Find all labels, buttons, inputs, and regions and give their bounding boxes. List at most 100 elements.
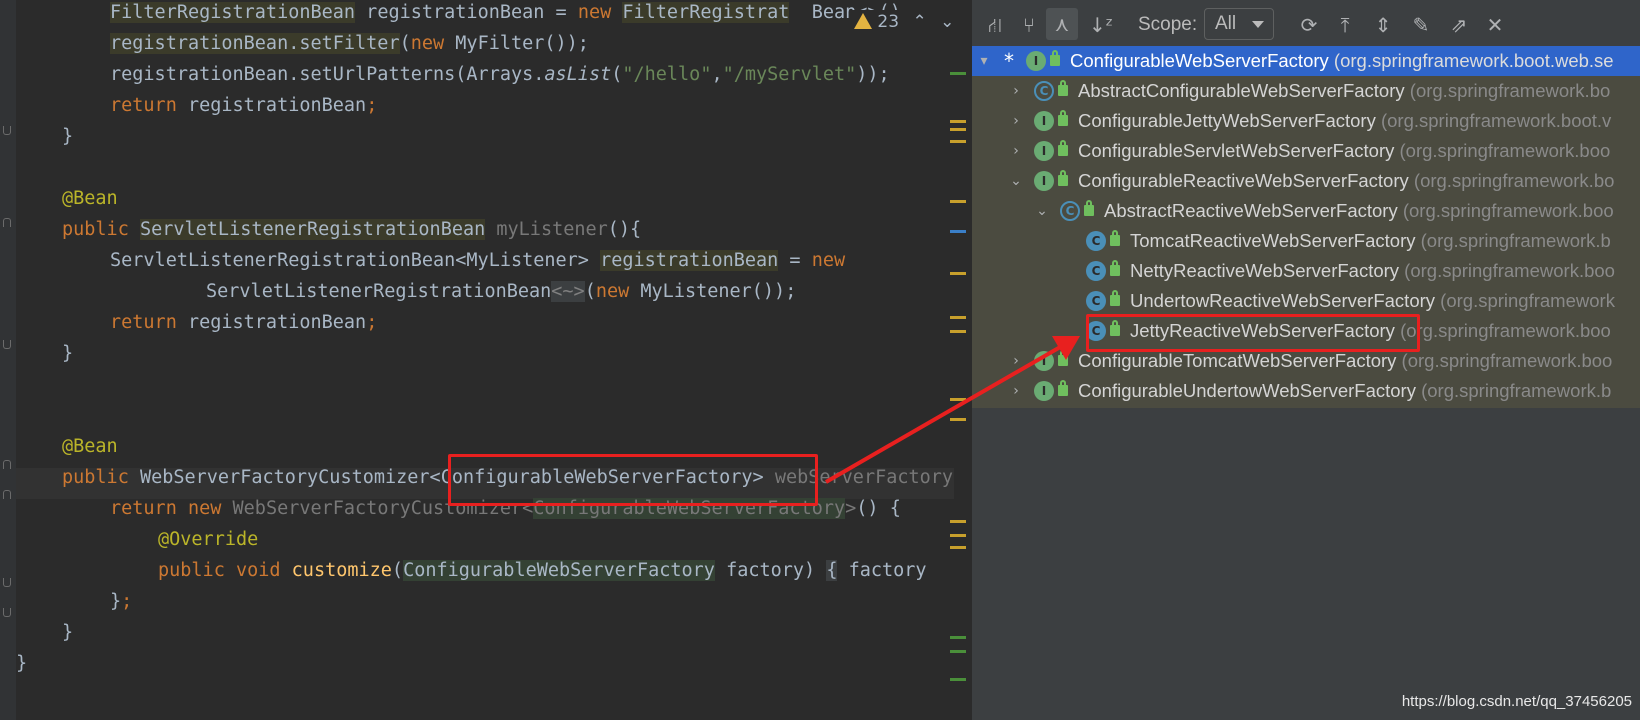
code-token: @Bean <box>62 436 118 457</box>
error-stripe-mark <box>950 128 966 131</box>
subtypes-button[interactable]: ⋏ <box>1046 8 1078 40</box>
fold-marker[interactable] <box>3 578 11 587</box>
expand-all-button[interactable]: ⇕ <box>1370 12 1396 38</box>
code-line[interactable]: ServletListenerRegistrationBean<~>(new M… <box>206 276 796 307</box>
code-token: ; <box>366 95 378 116</box>
hierarchy-panel[interactable]: ⛙ ⑂ ⋏ ↓ᶻ Scope: All ⟳ ⤒ ⇕ ✎ ⇗ ✕ ▾ * I Confi… <box>968 0 1640 720</box>
expand-arrow-icon[interactable]: › <box>1008 76 1024 106</box>
expand-arrow-icon[interactable]: › <box>1008 106 1024 136</box>
interface-icon: I <box>1034 171 1054 191</box>
code-line[interactable]: @Bean <box>62 183 118 214</box>
fold-marker[interactable] <box>3 608 11 617</box>
supertypes-button[interactable]: ⑂ <box>1016 12 1042 38</box>
code-line[interactable]: @Bean <box>62 431 118 462</box>
type-hierarchy-button[interactable]: ⛙ <box>982 12 1008 38</box>
class-name: ConfigurableServletWebServerFactory (org… <box>1078 136 1610 166</box>
code-token: ServletListenerRegistrationBean <box>206 281 552 302</box>
fold-marker[interactable] <box>3 460 11 469</box>
code-line[interactable]: FilterRegistrationBean registrationBean … <box>110 0 901 28</box>
export-button[interactable]: ⤒ <box>1332 12 1358 38</box>
interface-icon: I <box>1026 51 1046 71</box>
code-token: factory) <box>714 560 827 581</box>
code-line[interactable]: @Override <box>158 524 258 555</box>
code-line[interactable]: registrationBean.setUrlPatterns(Arrays.a… <box>110 59 890 90</box>
pin-icon: ✎ <box>1412 13 1430 37</box>
code-line[interactable]: } <box>62 121 73 152</box>
code-token: ConfigurableWebServerFactory <box>403 560 715 581</box>
refresh-button[interactable]: ⟳ <box>1296 12 1322 38</box>
tree-row[interactable]: C TomcatReactiveWebServerFactory (org.spr… <box>972 226 1640 256</box>
tree-row[interactable]: › C AbstractConfigurableWebServerFactory (… <box>972 76 1640 106</box>
expand-arrow-icon[interactable]: ▾ <box>976 46 992 76</box>
chevron-up-icon[interactable]: ⌃ <box>912 12 926 32</box>
expand-arrow-icon[interactable]: › <box>1008 346 1024 376</box>
code-token: FilterRegistrat <box>622 2 790 23</box>
code-line[interactable]: }; <box>110 586 132 617</box>
code-token: "/myServlet" <box>722 64 857 85</box>
hierarchy-tree[interactable]: ▾ * I ConfigurableWebServerFactory (org.spr… <box>972 46 1640 408</box>
open-in-window-button[interactable]: ⇗ <box>1446 12 1472 38</box>
close-button[interactable]: ✕ <box>1482 12 1508 38</box>
package-name: (org.springframework.boot.v <box>1380 110 1612 131</box>
tree-row[interactable]: › I ConfigurableServletWebServerFactory (o… <box>972 136 1640 166</box>
fold-marker[interactable] <box>3 126 11 135</box>
expand-arrow-icon[interactable]: ⌄ <box>1008 166 1024 196</box>
sort-alpha-button[interactable]: ↓ᶻ <box>1088 12 1114 38</box>
pin-button[interactable]: ✎ <box>1408 12 1434 38</box>
code-line[interactable]: return registrationBean; <box>110 307 377 338</box>
code-token: new <box>595 281 630 302</box>
hierarchy-toolbar: ⛙ ⑂ ⋏ ↓ᶻ Scope: All ⟳ ⤒ ⇕ ✎ ⇗ ✕ <box>972 0 1640 48</box>
code-token: registrationBean.setUrlPatterns(Arrays. <box>110 64 545 85</box>
code-token: )); <box>856 64 890 85</box>
error-stripe-mark <box>950 650 966 653</box>
class-name-text: ConfigurableTomcatWebServerFactory <box>1078 350 1397 371</box>
code-line[interactable]: return registrationBean; <box>110 90 377 121</box>
error-stripe-mark <box>950 230 966 233</box>
code-token: factory <box>837 560 927 581</box>
tree-row[interactable]: › I ConfigurableUndertowWebServerFactory (… <box>972 376 1640 406</box>
inspection-widget[interactable]: 23 ⌃ ⌄ <box>850 10 961 34</box>
code-token: return <box>110 95 177 116</box>
tree-row[interactable]: ⌄ I ConfigurableReactiveWebServerFactory (… <box>972 166 1640 196</box>
scope-select[interactable]: All <box>1204 8 1274 40</box>
tree-row[interactable]: ⌄ C AbstractReactiveWebServerFactory (org.… <box>972 196 1640 226</box>
editor-gutter[interactable] <box>0 0 16 720</box>
fold-marker[interactable] <box>3 340 11 349</box>
expand-arrow-icon[interactable]: › <box>1008 136 1024 166</box>
error-stripe-mark <box>950 316 966 319</box>
error-stripe-mark <box>950 330 966 333</box>
code-token: public <box>158 560 225 581</box>
error-stripe-mark <box>950 398 966 401</box>
tree-row[interactable]: ▾ * I ConfigurableWebServerFactory (org.spr… <box>972 46 1640 76</box>
expand-arrow-icon[interactable]: › <box>1008 376 1024 406</box>
editor-scrollbar[interactable] <box>954 0 968 720</box>
package-name: (org.springframework.boot.web.se <box>1333 50 1614 71</box>
public-lock-icon <box>1058 170 1068 186</box>
warning-count: 23 <box>877 12 900 32</box>
base-marker-star: * <box>1004 49 1014 73</box>
code-token: ( <box>399 33 411 54</box>
code-line[interactable]: public ServletListenerRegistrationBean m… <box>62 214 641 245</box>
code-token: return <box>110 312 177 333</box>
code-line[interactable]: ServletListenerRegistrationBean<MyListen… <box>110 245 845 276</box>
fold-marker[interactable] <box>3 490 11 499</box>
tree-row[interactable]: C UndertowReactiveWebServerFactory (org.s… <box>972 286 1640 316</box>
tree-row[interactable]: C NettyReactiveWebServerFactory (org.spri… <box>972 256 1640 286</box>
annotation-box-jetty <box>1086 314 1420 352</box>
code-token: } <box>62 126 74 147</box>
tree-row[interactable]: › I ConfigurableJettyWebServerFactory (org… <box>972 106 1640 136</box>
type-hierarchy-icon: ⛙ <box>987 13 1003 37</box>
code-line[interactable]: registrationBean.setFilter(new MyFilter(… <box>110 28 589 59</box>
code-line[interactable]: public void customize(ConfigurableWebSer… <box>158 555 927 586</box>
class-name: ConfigurableReactiveWebServerFactory (or… <box>1078 166 1614 196</box>
code-line[interactable]: } <box>62 617 73 648</box>
expand-arrow-icon[interactable]: ⌄ <box>1034 196 1050 226</box>
code-token: public <box>62 219 129 240</box>
chevron-down-icon[interactable]: ⌄ <box>940 12 954 32</box>
code-editor[interactable]: FilterRegistrationBean registrationBean … <box>0 0 968 720</box>
code-line[interactable]: } <box>62 338 73 369</box>
fold-marker[interactable] <box>3 218 11 227</box>
code-token: @Override <box>158 529 259 550</box>
code-line[interactable]: } <box>16 648 27 679</box>
warning-icon <box>854 13 872 29</box>
